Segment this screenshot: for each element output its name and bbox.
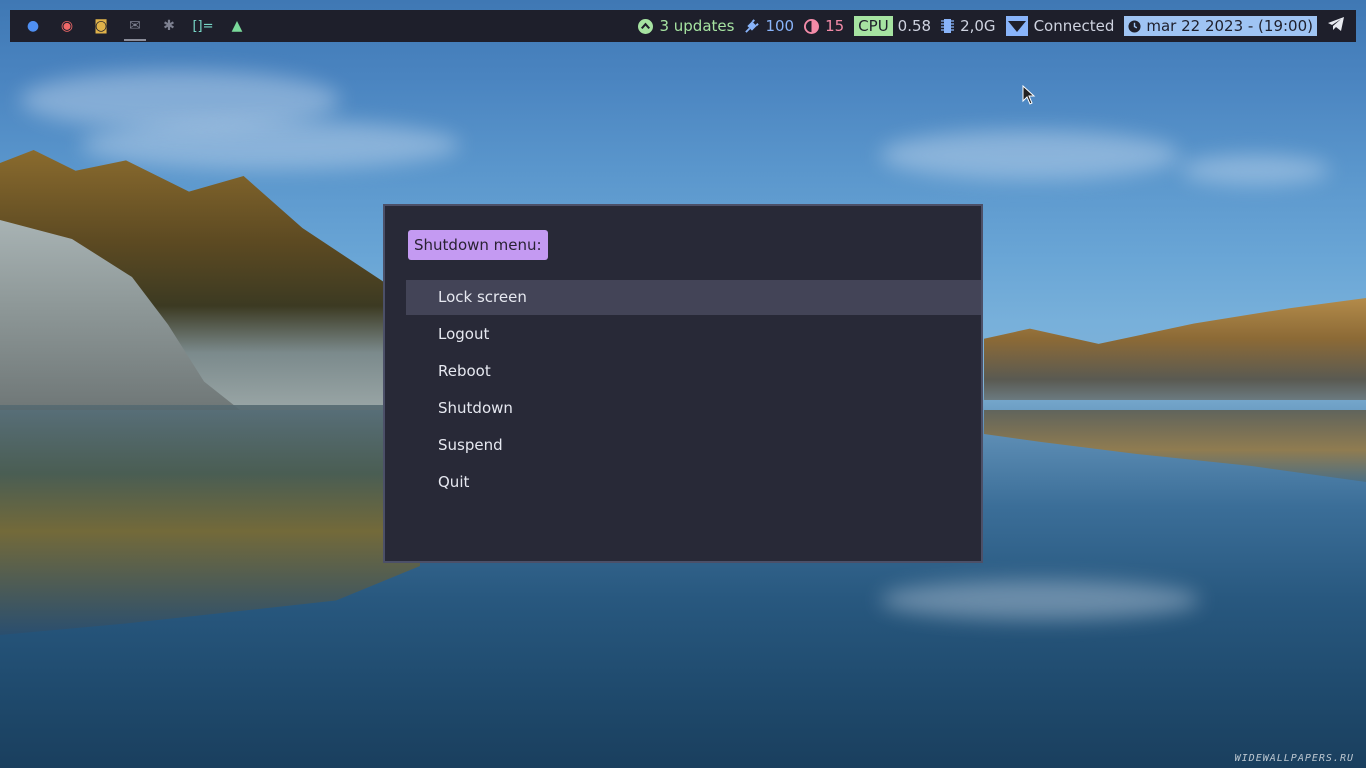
updates-text: 3 updates — [659, 17, 735, 35]
menu-item-lock-screen[interactable]: Lock screen — [406, 280, 981, 315]
shutdown-menu: Shutdown menu: Lock screen Logout Reboot… — [383, 204, 983, 563]
launcher-area: ● ◉ ◙ ✉ ✱ []= ▲ — [16, 10, 254, 42]
brightness-module[interactable]: 15 — [799, 10, 849, 42]
arrow-up-circle-icon — [638, 18, 654, 34]
mouse-cursor-icon — [1022, 85, 1036, 105]
clock-icon — [1128, 19, 1141, 33]
editor-launcher[interactable]: []= — [186, 10, 220, 42]
menu-list: Lock screen Logout Reboot Shutdown Suspe… — [406, 280, 981, 502]
plug-icon — [744, 18, 760, 34]
menu-item-quit[interactable]: Quit — [406, 465, 981, 500]
menu-item-suspend[interactable]: Suspend — [406, 428, 981, 463]
wallpaper-cloud — [80, 120, 460, 170]
firefox-icon: ● — [26, 18, 40, 34]
mail-icon: ✉ — [129, 18, 141, 34]
menu-prompt: Shutdown menu: — [408, 230, 548, 260]
wallpaper-cloud — [1180, 155, 1330, 185]
pocket-launcher[interactable]: ◙ — [84, 10, 118, 42]
wallpaper-cloud — [880, 130, 1180, 180]
telegram-tray[interactable] — [1322, 10, 1350, 42]
wifi-icon — [1005, 16, 1028, 36]
status-area: 3 updates 100 15 CPU 0.58 2,0G Connected… — [633, 10, 1350, 42]
updates-module[interactable]: 3 updates — [633, 10, 739, 42]
editor-icon: []= — [192, 18, 214, 34]
firefox-launcher[interactable]: ● — [16, 10, 50, 42]
menu-item-shutdown[interactable]: Shutdown — [406, 391, 981, 426]
power-module[interactable]: 100 — [739, 10, 799, 42]
memory-module[interactable]: 2,0G — [936, 10, 1000, 42]
clock-module[interactable]: mar 22 2023 - (19:00) — [1119, 10, 1322, 42]
cpu-label: CPU — [854, 16, 893, 36]
network-module[interactable]: Connected — [1001, 10, 1120, 42]
cpu-value: 0.58 — [897, 17, 932, 35]
brightness-icon — [804, 18, 820, 34]
memory-value: 2,0G — [960, 17, 996, 35]
menu-item-logout[interactable]: Logout — [406, 317, 981, 352]
network-status: Connected — [1033, 17, 1115, 35]
chromium-icon: ◉ — [60, 18, 74, 34]
power-value: 100 — [765, 17, 795, 35]
top-bar: ● ◉ ◙ ✉ ✱ []= ▲ 3 updates 100 15 CPU 0.5… — [10, 10, 1356, 42]
pocket-icon: ◙ — [94, 18, 108, 34]
wallpaper-hill-right — [984, 298, 1366, 400]
brightness-value: 15 — [825, 17, 845, 35]
memory-chip-icon — [941, 18, 955, 34]
menu-item-reboot[interactable]: Reboot — [406, 354, 981, 389]
telegram-icon — [1327, 16, 1345, 36]
settings-icon: ✱ — [163, 18, 175, 34]
wallpaper-reflection-right — [984, 410, 1366, 482]
wallpaper-cloud-reflection — [880, 580, 1200, 620]
cpu-module[interactable]: CPU 0.58 — [849, 10, 936, 42]
mail-launcher[interactable]: ✉ — [118, 10, 152, 42]
arch-launcher[interactable]: ▲ — [220, 10, 254, 42]
arch-icon: ▲ — [231, 18, 243, 34]
wallpaper-reflection-left — [0, 405, 420, 635]
settings-launcher[interactable]: ✱ — [152, 10, 186, 42]
wallpaper-watermark: WIDEWALLPAPERS.RU — [1234, 753, 1354, 764]
clock-text: mar 22 2023 - (19:00) — [1146, 17, 1313, 35]
chromium-launcher[interactable]: ◉ — [50, 10, 84, 42]
